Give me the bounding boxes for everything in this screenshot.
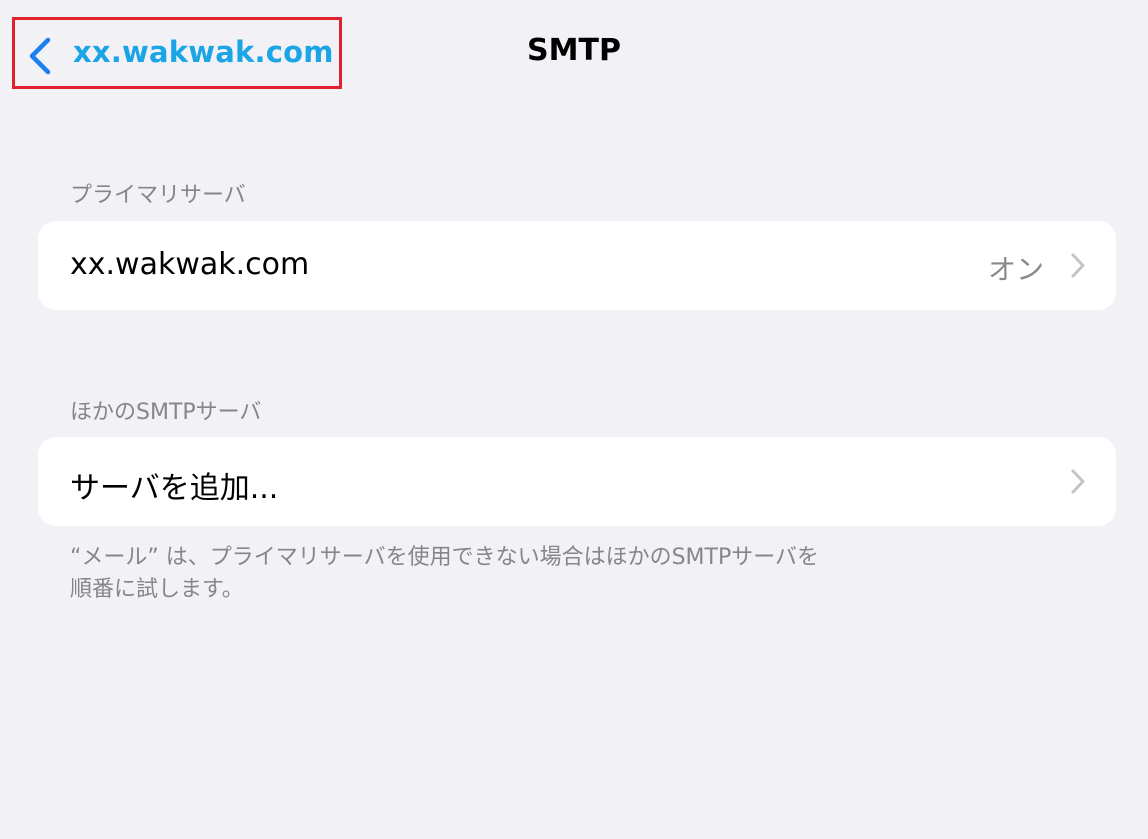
page-title: SMTP bbox=[527, 33, 621, 68]
primary-server-status: オン bbox=[987, 253, 1044, 286]
primary-server-name: xx.wakwak.com bbox=[70, 247, 310, 282]
primary-server-row[interactable]: xx.wakwak.com オン bbox=[38, 221, 1116, 310]
chevron-right-icon bbox=[1071, 469, 1085, 494]
other-servers-section-header: ほかのSMTPサーバ bbox=[70, 400, 262, 425]
footer-note-line-2: 順番に試します。 bbox=[70, 577, 244, 602]
add-server-label: サーバを追加... bbox=[70, 471, 279, 506]
primary-server-section-header: プライマリサーバ bbox=[70, 183, 246, 208]
footer-note-line-1: “メール” は、プライマリサーバを使用できない場合はほかのSMTPサーバを bbox=[70, 545, 820, 570]
chevron-right-icon bbox=[1071, 253, 1085, 278]
footer-note: “メール” は、プライマリサーバを使用できない場合はほかのSMTPサーバを 順番… bbox=[70, 542, 930, 606]
navigation-bar: xx.wakwak.com SMTP bbox=[0, 0, 1148, 110]
add-server-row[interactable]: サーバを追加... bbox=[38, 437, 1116, 526]
